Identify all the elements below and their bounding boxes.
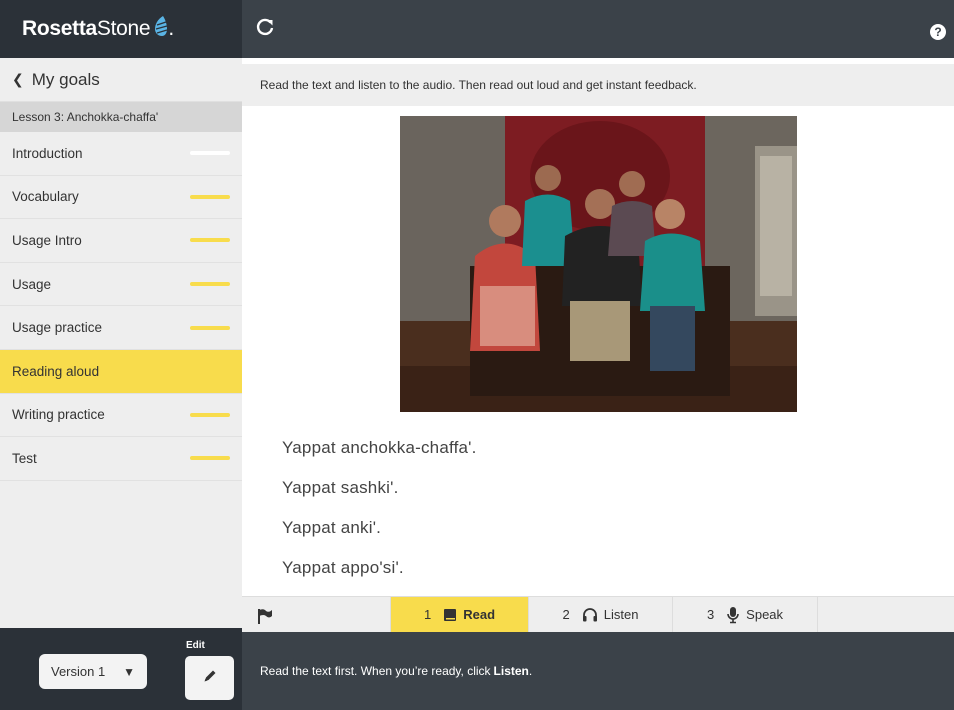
step-read-tab[interactable]: 1 Read	[390, 597, 528, 632]
nav-item-usage[interactable]: Usage	[0, 262, 242, 307]
progress-indicator	[190, 456, 230, 461]
nav-item-usage-practice[interactable]: Usage practice	[0, 306, 242, 350]
progress-indicator	[190, 412, 230, 417]
nav-item-vocabulary[interactable]: Vocabulary	[0, 175, 242, 220]
back-to-my-goals-link[interactable]: ❮ My goals	[0, 58, 242, 102]
nav-item-label: Writing practice	[12, 407, 105, 423]
bottom-instruction-bar: Read the text first. When you’re ready, …	[242, 632, 954, 710]
microphone-icon	[726, 606, 740, 624]
step-speak-tab[interactable]: 3 Speak	[672, 597, 818, 632]
progress-indicator	[190, 369, 230, 373]
step-label: Read	[463, 607, 496, 622]
back-label: My goals	[31, 69, 100, 89]
headphones-icon	[582, 607, 598, 622]
step-number: 1	[423, 607, 432, 622]
brand-bold: Rosetta	[22, 17, 97, 40]
edit-label: Edit	[186, 640, 205, 651]
version-select-value: Version 1	[51, 664, 106, 679]
help-icon[interactable]: ?	[930, 24, 946, 40]
progress-indicator	[190, 151, 230, 156]
sentence-line: Yappat anchokka-chaffa'.	[282, 438, 477, 457]
step-listen-tab[interactable]: 2 Listen	[528, 597, 672, 632]
progress-indicator	[190, 282, 230, 287]
sentence-line: Yappat anki'.	[282, 518, 382, 537]
lesson-nav: Introduction Vocabulary Usage Intro Usag…	[0, 132, 242, 481]
caret-down-icon: ▼	[123, 664, 135, 679]
nav-item-label: Usage Intro	[12, 232, 82, 248]
lesson-title: Lesson 3: Anchokka-chaffa'	[0, 102, 242, 132]
step-number: 2	[562, 607, 570, 622]
instruction-text: Read the text and listen to the audio. T…	[242, 64, 954, 106]
bottom-instruction-text: Read the text first. When you’re ready, …	[260, 664, 491, 678]
sentence-line: Yappat appo'si'.	[282, 558, 404, 577]
refresh-icon[interactable]	[254, 16, 278, 40]
step-label: Listen	[603, 607, 639, 622]
top-bar: ?	[242, 0, 954, 58]
step-bar: 1 Read 2 Listen 3 Speak	[242, 596, 954, 632]
brand-bar: Rosetta Stone .	[0, 0, 242, 58]
nav-item-writing-practice[interactable]: Writing practice	[0, 393, 242, 438]
nav-item-test[interactable]: Test	[0, 437, 242, 481]
nav-item-label: Reading aloud	[12, 363, 100, 379]
nav-item-label: Test	[12, 450, 37, 466]
edit-button[interactable]	[185, 656, 234, 700]
flag-icon[interactable]	[256, 607, 274, 625]
step-label: Speak	[746, 607, 784, 622]
reading-text: Yappat anchokka-chaffa'. Yappat sashki'.…	[282, 432, 477, 592]
rosetta-stone-logo: Rosetta Stone .	[22, 15, 174, 43]
chevron-left-icon: ❮	[12, 71, 24, 87]
brand-thin: Stone	[96, 17, 151, 40]
brand-suffix: .	[168, 17, 174, 40]
nav-item-label: Vocabulary	[12, 189, 79, 205]
stone-logo-icon	[154, 15, 168, 43]
progress-indicator	[190, 238, 230, 243]
sidebar-footer: Version 1 ▼ Edit	[0, 628, 242, 710]
bottom-instruction-end: .	[528, 664, 533, 678]
sidebar: Rosetta Stone . ❮ My goals Lesson 3: Anch…	[0, 0, 242, 710]
bottom-instruction-emphasis: Listen	[493, 664, 529, 678]
nav-item-introduction[interactable]: Introduction	[0, 132, 242, 176]
step-number: 3	[706, 607, 715, 622]
nav-item-usage-intro[interactable]: Usage Intro	[0, 219, 242, 263]
progress-indicator	[190, 194, 230, 199]
lesson-photo	[400, 116, 797, 412]
book-icon	[443, 608, 457, 622]
progress-indicator	[190, 325, 230, 330]
nav-item-reading-aloud[interactable]: Reading aloud	[0, 349, 242, 394]
pencil-icon	[202, 668, 218, 689]
version-select[interactable]: Version 1 ▼	[39, 654, 147, 689]
sentence-line: Yappat sashki'.	[282, 478, 399, 497]
nav-item-label: Usage	[12, 276, 52, 292]
nav-item-label: Introduction	[12, 145, 83, 161]
nav-item-label: Usage practice	[12, 320, 103, 336]
